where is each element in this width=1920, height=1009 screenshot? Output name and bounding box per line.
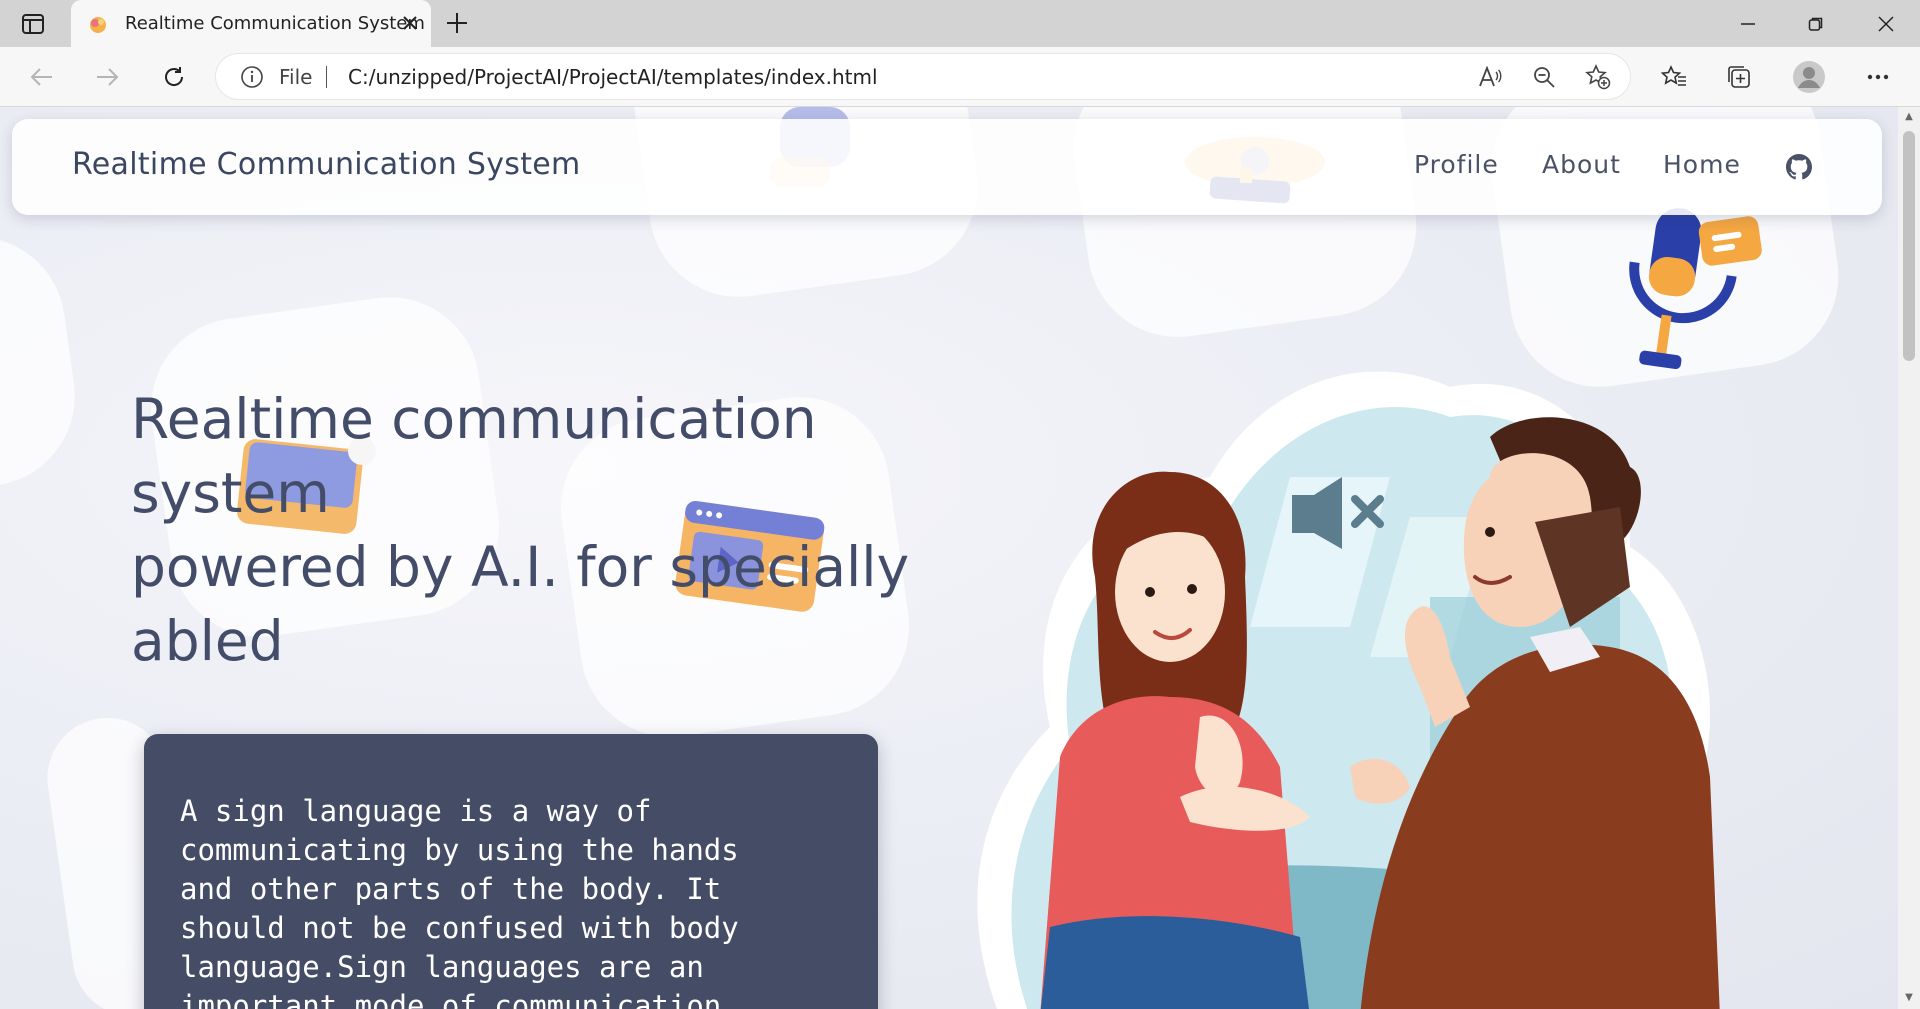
more-icon[interactable]	[1860, 59, 1896, 95]
sidebar-icon[interactable]	[20, 11, 46, 37]
refresh-icon[interactable]	[156, 59, 192, 95]
favorites-icon[interactable]	[1656, 59, 1692, 95]
url-text[interactable]: C:/unzipped/ProjectAI/ProjectAI/template…	[348, 65, 878, 89]
site-navbar: Realtime Communication System Profile Ab…	[12, 119, 1882, 215]
nav-link-profile[interactable]: Profile	[1414, 150, 1499, 179]
new-tab-icon[interactable]	[444, 10, 470, 36]
favicon-icon	[88, 14, 108, 34]
address-bar[interactable]: File C:/unzipped/ProjectAI/ProjectAI/tem…	[216, 54, 1630, 99]
scroll-up-icon[interactable]: ▲	[1904, 112, 1914, 122]
sign-language-illustration	[977, 371, 1720, 1009]
read-aloud-icon[interactable]	[1476, 63, 1504, 91]
page-scrollbar[interactable]: ▲ ▼	[1898, 107, 1920, 1009]
headline-line: abled	[131, 609, 284, 673]
profile-icon[interactable]	[1791, 59, 1827, 95]
zoom-out-icon[interactable]	[1530, 63, 1558, 91]
headline-line: powered by A.I. for specially	[131, 535, 910, 599]
collections-icon[interactable]	[1721, 59, 1757, 95]
close-icon[interactable]	[397, 10, 423, 36]
hero-headline: Realtime communication system powered by…	[131, 382, 911, 678]
forward-icon[interactable]	[89, 59, 125, 95]
headline-line: Realtime communication	[131, 387, 817, 451]
active-tab[interactable]: Realtime Communication System	[71, 0, 431, 47]
brand-title[interactable]: Realtime Communication System	[72, 147, 581, 182]
browser-tab-strip: Realtime Communication System	[0, 0, 1920, 47]
page-viewport: Realtime Communication System Profile Ab…	[0, 107, 1898, 1009]
github-icon[interactable]	[1786, 154, 1812, 180]
tab-title: Realtime Communication System	[125, 13, 425, 34]
nav-link-about[interactable]: About	[1542, 150, 1621, 179]
headline-line: system	[131, 461, 330, 525]
nav-link-home[interactable]: Home	[1663, 150, 1741, 179]
background-tile	[0, 224, 87, 500]
address-separator	[326, 66, 327, 88]
minimize-icon[interactable]	[1734, 10, 1762, 38]
scheme-label: File	[279, 65, 313, 89]
add-favorite-icon[interactable]	[1584, 63, 1612, 91]
description-card: A sign language is a way of communicatin…	[144, 734, 878, 1009]
restore-icon[interactable]	[1802, 10, 1830, 38]
scroll-down-icon[interactable]: ▼	[1904, 993, 1914, 1003]
window-close-icon[interactable]	[1872, 10, 1900, 38]
address-bar-row: File C:/unzipped/ProjectAI/ProjectAI/tem…	[0, 47, 1920, 107]
info-icon[interactable]	[240, 65, 264, 93]
scrollbar-thumb[interactable]	[1903, 131, 1915, 361]
description-text: A sign language is a way of communicatin…	[180, 794, 739, 1009]
back-icon[interactable]	[24, 59, 60, 95]
